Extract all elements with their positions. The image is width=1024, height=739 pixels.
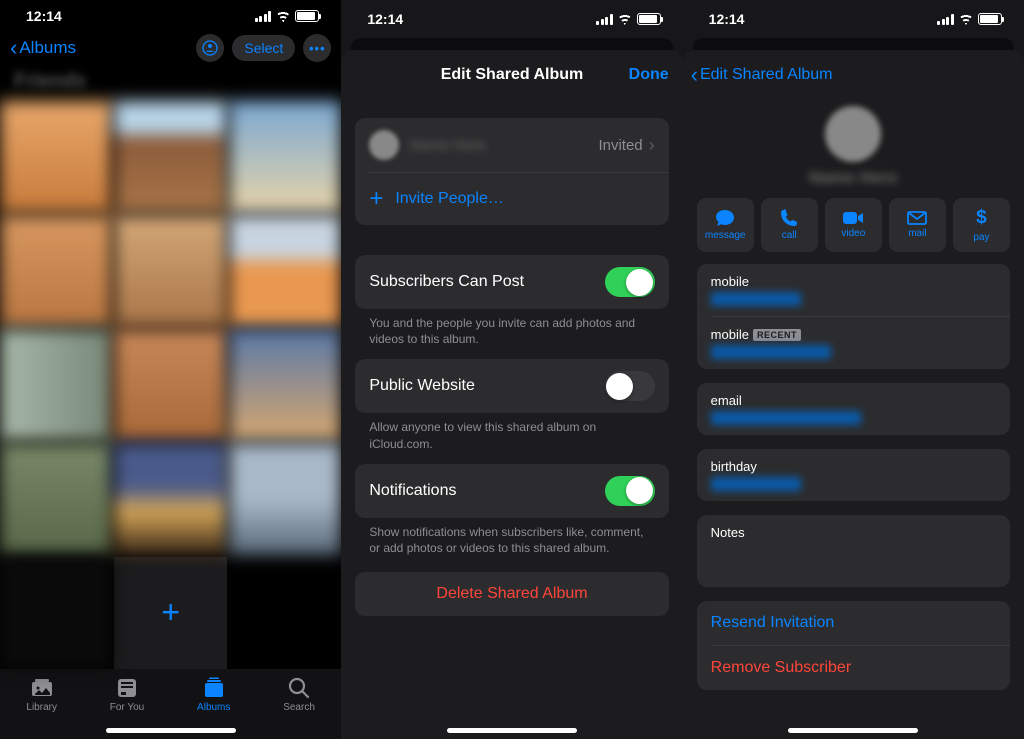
invite-people-button[interactable]: + Invite People… [355, 173, 668, 225]
subscribers-desc: You and the people you invite can add ph… [355, 309, 668, 359]
photo-grid: + [0, 101, 341, 669]
album-title: Friends [0, 64, 341, 101]
photo-thumb[interactable] [114, 215, 226, 327]
home-indicator[interactable] [106, 728, 236, 733]
back-label: Albums [19, 38, 76, 58]
subscriber-name-redacted: Name Here [409, 137, 486, 154]
photo-thumb[interactable] [0, 101, 112, 213]
phone-icon [780, 209, 798, 227]
cellular-icon [596, 14, 613, 25]
contact-actions: message call video [697, 198, 1010, 264]
avatar [369, 130, 399, 160]
video-icon [842, 211, 864, 225]
resend-invitation-button[interactable]: Resend Invitation [697, 601, 1010, 645]
ellipsis-icon: ••• [309, 41, 326, 56]
shared-album-settings-button[interactable] [196, 34, 224, 62]
public-website-toggle[interactable] [605, 371, 655, 401]
tab-library[interactable]: Library [26, 677, 57, 739]
chevron-left-icon: ‹ [10, 37, 17, 59]
delete-shared-album-button[interactable]: Delete Shared Album [355, 572, 668, 616]
album-nav: ‹ Albums Select ••• [0, 33, 341, 64]
tab-search[interactable]: Search [283, 677, 315, 739]
phone-redacted [711, 292, 801, 306]
cellular-icon [255, 11, 272, 22]
plus-icon: + [369, 185, 395, 213]
home-indicator[interactable] [788, 728, 918, 733]
back-to-albums-button[interactable]: ‹ Albums [10, 37, 76, 59]
back-button[interactable]: ‹ Edit Shared Album [691, 64, 833, 86]
photo-thumb[interactable] [229, 443, 341, 555]
search-icon [286, 677, 312, 699]
person-circle-icon [202, 40, 218, 56]
chevron-right-icon: › [649, 135, 655, 156]
subscriber-row[interactable]: Name Here Invited › [355, 118, 668, 172]
cellular-icon [937, 14, 954, 25]
photo-thumb[interactable] [114, 329, 226, 441]
status-bar: 12:14 [0, 0, 341, 33]
status-time: 12:14 [709, 11, 745, 27]
status-time: 12:14 [367, 11, 403, 27]
message-button[interactable]: message [697, 198, 754, 252]
mail-icon [907, 211, 927, 225]
photo-thumb[interactable] [0, 215, 112, 327]
sheet-nav: Edit Shared Album Done [341, 50, 682, 100]
albums-icon [201, 677, 227, 699]
chevron-left-icon: ‹ [691, 64, 698, 86]
status-bar: 12:14 [683, 0, 1024, 38]
remove-subscriber-button[interactable]: Remove Subscriber [697, 646, 1010, 690]
more-button[interactable]: ••• [303, 34, 331, 62]
sheet-nav: ‹ Edit Shared Album [683, 50, 1024, 100]
photo-thumb[interactable] [0, 443, 112, 555]
battery-icon [637, 13, 661, 25]
birthday-field[interactable]: birthday [697, 449, 1010, 501]
email-redacted [711, 411, 861, 425]
photo-thumb[interactable] [114, 101, 226, 213]
subscribers-can-post-row: Subscribers Can Post [355, 255, 668, 309]
photo-thumb[interactable] [229, 101, 341, 213]
photo-thumb[interactable] [114, 443, 226, 555]
wifi-icon [958, 13, 974, 25]
wifi-icon [617, 13, 633, 25]
video-button[interactable]: video [825, 198, 882, 252]
contact-header: Name Here [697, 100, 1010, 198]
photo-thumb[interactable] [229, 215, 341, 327]
sheet-title: Edit Shared Album [441, 66, 584, 84]
battery-icon [295, 10, 319, 22]
mobile-field-2[interactable]: mobile RECENT [697, 317, 1010, 369]
email-field[interactable]: email [697, 383, 1010, 435]
for-you-icon [114, 677, 140, 699]
done-button[interactable]: Done [629, 66, 669, 84]
public-website-row: Public Website [355, 359, 668, 413]
public-desc: Allow anyone to view this shared album o… [355, 413, 668, 463]
notes-field[interactable]: Notes [697, 515, 1010, 550]
phone-redacted [711, 345, 831, 359]
status-bar: 12:14 [341, 0, 682, 38]
notifications-toggle[interactable] [605, 476, 655, 506]
notifications-desc: Show notifications when subscribers like… [355, 518, 668, 568]
birthday-redacted [711, 477, 801, 491]
avatar [825, 106, 881, 162]
status-time: 12:14 [26, 8, 62, 24]
message-icon [715, 209, 735, 227]
notifications-row: Notifications [355, 464, 668, 518]
plus-icon: + [161, 594, 180, 631]
pay-button[interactable]: $ pay [953, 198, 1010, 252]
mail-button[interactable]: mail [889, 198, 946, 252]
photo-thumb[interactable] [229, 329, 341, 441]
wifi-icon [275, 10, 291, 22]
photo-thumb[interactable] [0, 329, 112, 441]
photo-thumb[interactable] [0, 557, 112, 669]
call-button[interactable]: call [761, 198, 818, 252]
subscribers-can-post-toggle[interactable] [605, 267, 655, 297]
recent-badge: RECENT [753, 329, 801, 341]
battery-icon [978, 13, 1002, 25]
mobile-field-1[interactable]: mobile [697, 264, 1010, 316]
invite-status: Invited [598, 137, 642, 154]
home-indicator[interactable] [447, 728, 577, 733]
library-icon [29, 677, 55, 699]
pay-icon: $ [976, 207, 987, 229]
contact-name-redacted: Name Here [809, 168, 898, 188]
select-button[interactable]: Select [232, 35, 295, 61]
add-photo-button[interactable]: + [114, 557, 226, 669]
